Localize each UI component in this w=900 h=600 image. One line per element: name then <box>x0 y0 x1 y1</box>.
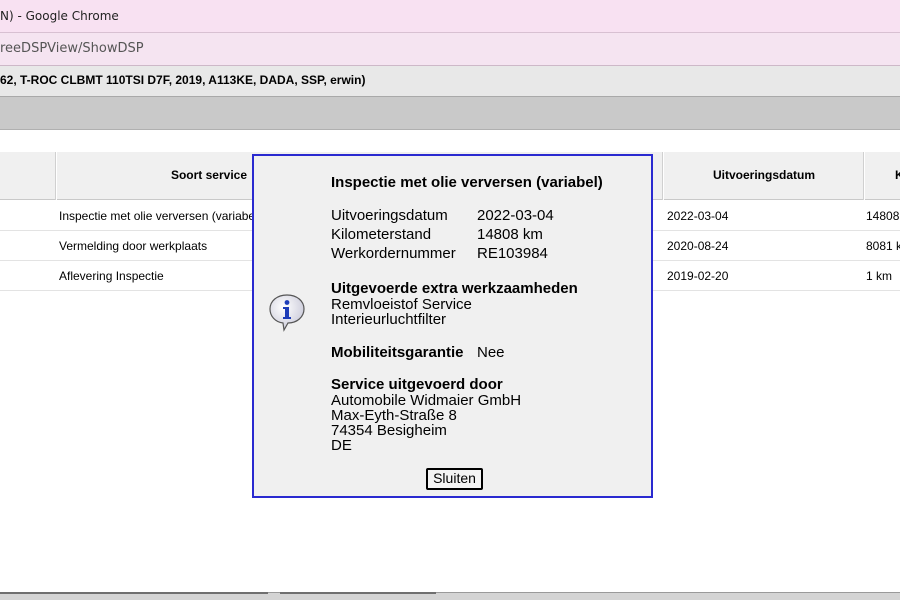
column-header-km[interactable]: K <box>866 152 900 200</box>
column-header-execution-date[interactable]: Uitvoeringsdatum <box>665 152 863 200</box>
cell-date: 2019-02-20 <box>667 269 729 283</box>
mobility-guarantee-value: Nee <box>477 344 505 361</box>
dealer-street: Max-Eyth-Straße 8 <box>331 407 457 424</box>
extra-work-item: Interieurluchtfilter <box>331 311 447 328</box>
mileage-label: Kilometerstand <box>331 226 432 243</box>
service-detail-dialog: Inspectie met olie verversen (variabel) … <box>252 154 653 498</box>
cell-service: Aflevering Inspectie <box>59 269 164 283</box>
info-icon <box>269 294 305 332</box>
vehicle-info-bar: 62, T-ROC CLBMT 110TSI D7F, 2019, A113KE… <box>0 66 900 97</box>
cell-km: 1 km <box>866 269 893 283</box>
cell-date: 2022-03-04 <box>667 209 729 223</box>
execution-date-label: Uitvoeringsdatum <box>331 207 448 224</box>
address-bar[interactable]: reeDSPView/ShowDSP <box>0 33 900 66</box>
window-titlebar: N) - Google Chrome <box>0 0 900 33</box>
cell-service: Vermelding door werkplaats <box>59 239 208 253</box>
dialog-title: Inspectie met olie verversen (variabel) <box>331 174 603 191</box>
bottom-tab[interactable] <box>280 592 436 600</box>
address-bar-url[interactable]: reeDSPView/ShowDSP <box>0 41 144 56</box>
execution-date-value: 2022-03-04 <box>477 207 554 224</box>
close-button[interactable]: Sluiten <box>426 468 483 490</box>
extra-work-heading: Uitgevoerde extra werkzaamheden <box>331 280 578 297</box>
bottom-tab[interactable] <box>0 592 268 600</box>
cell-km: 8081 k <box>866 239 900 253</box>
mobility-guarantee-label: Mobiliteitsgarantie <box>331 344 464 361</box>
cell-service: Inspectie met olie verversen (variabel) <box>59 209 259 223</box>
work-order-label: Werkordernummer <box>331 245 456 262</box>
dealer-city: 74354 Besigheim <box>331 422 447 439</box>
dealer-name: Automobile Widmaier GmbH <box>331 392 522 409</box>
cell-km: 14808 <box>866 209 900 223</box>
column-separator <box>55 152 57 200</box>
extra-work-item: Remvloeistof Service <box>331 296 472 313</box>
column-separator <box>662 152 664 200</box>
serviced-by-heading: Service uitgevoerd door <box>331 376 503 393</box>
toolbar <box>0 97 900 130</box>
vehicle-info-text: 62, T-ROC CLBMT 110TSI D7F, 2019, A113KE… <box>0 73 366 87</box>
column-separator <box>863 152 865 200</box>
window-title: N) - Google Chrome <box>0 9 119 23</box>
mileage-value: 14808 km <box>477 226 543 243</box>
work-order-value: RE103984 <box>477 245 548 262</box>
cell-date: 2020-08-24 <box>667 239 729 253</box>
dealer-country: DE <box>331 437 352 454</box>
